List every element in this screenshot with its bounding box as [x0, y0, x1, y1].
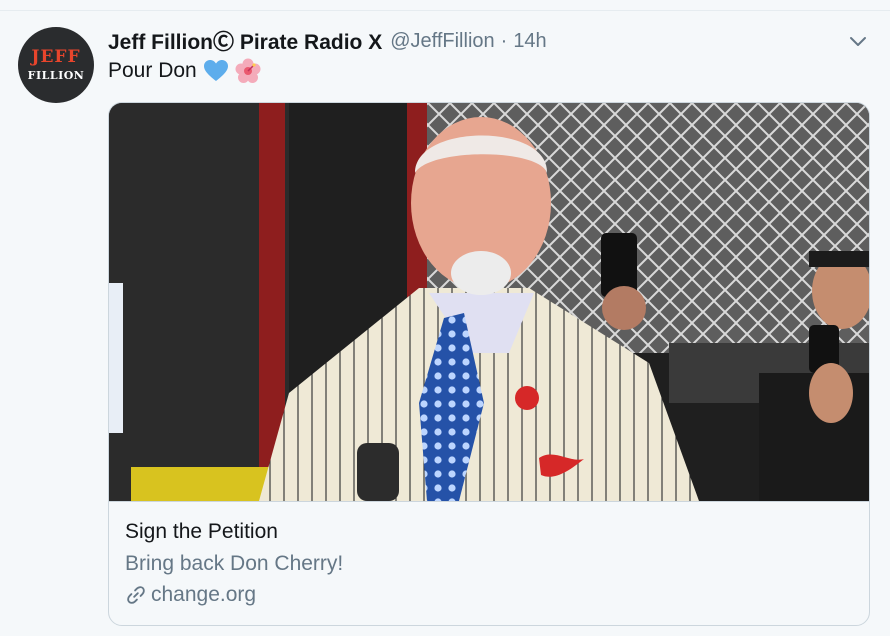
avatar-logo-text-bottom: FILLION [27, 69, 85, 82]
card-domain[interactable]: change.org [125, 583, 256, 607]
avatar[interactable]: JEFF FILLION [18, 27, 94, 103]
card-image[interactable] [109, 103, 869, 501]
tweet-text: Pour Don [108, 58, 261, 84]
top-divider [0, 0, 890, 11]
link-icon [127, 586, 145, 604]
card-title[interactable]: Sign the Petition [125, 520, 278, 544]
link-card[interactable]: Sign the Petition Bring back Don Cherry!… [108, 102, 870, 626]
card-body[interactable]: Sign the Petition Bring back Don Cherry!… [109, 501, 869, 625]
card-domain-text: change.org [151, 583, 257, 606]
separator-dot: · [500, 29, 508, 52]
blue-heart-icon [203, 60, 228, 81]
tweet-header: Jeff FillionⒸ Pirate Radio X @JeffFillio… [108, 26, 547, 56]
tweet-text-content: Pour Don [108, 59, 197, 82]
hibiscus-icon [235, 58, 261, 83]
chevron-down-icon[interactable] [846, 30, 870, 54]
display-name[interactable]: Jeff FillionⒸ Pirate Radio X [108, 26, 382, 56]
avatar-logo-text-top: JEFF [31, 47, 81, 67]
card-description[interactable]: Bring back Don Cherry! [125, 552, 343, 576]
user-handle[interactable]: @JeffFillion [390, 30, 494, 53]
tweet-timestamp[interactable]: 14h [513, 30, 546, 53]
